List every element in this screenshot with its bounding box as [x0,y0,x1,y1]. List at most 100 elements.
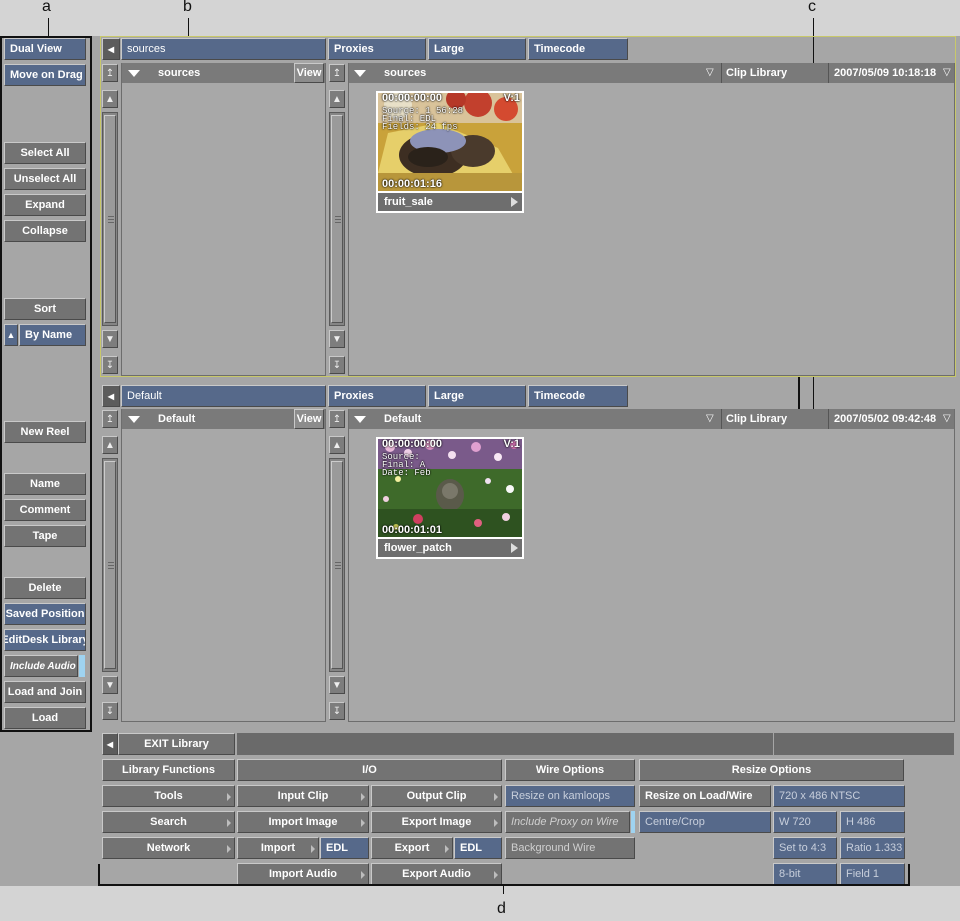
sort-direction-toggle[interactable]: ▲ [4,324,18,346]
top-datetime-dropdown-icon[interactable]: ▽ [943,67,951,78]
saved-position-button[interactable]: Saved Position [4,603,86,625]
top-collapse-arrow[interactable]: ◀ [102,38,120,60]
bottom-library-field[interactable]: Default [121,385,326,407]
flower-patch-play-icon[interactable] [511,543,518,553]
fruit-sale-name-bar[interactable]: fruit_sale [378,193,522,211]
expand-button[interactable]: Expand [4,194,86,216]
bottom-clip-scroll-thumb[interactable] [331,461,343,669]
sort-button[interactable]: Sort [4,298,86,320]
bottom-tree-view[interactable] [121,409,326,722]
resize-on-load-wire-toggle[interactable]: Resize on Load/Wire [639,785,771,807]
new-reel-button[interactable]: New Reel [4,421,86,443]
top-view-button[interactable]: View [294,63,324,83]
fruit-sale-play-icon[interactable] [511,197,518,207]
clip-thumbnail[interactable]: 00:00:00:00 V:1 Source: Final: A Date: F… [376,437,524,559]
export-audio-button[interactable]: Export Audio [371,863,502,885]
export-edl-button[interactable]: EDL [454,837,502,859]
include-audio-toggle[interactable]: Include Audio [4,655,78,677]
width-field[interactable]: W 720 [773,811,837,833]
field-button[interactable]: Field 1 [840,863,905,885]
tape-button[interactable]: Tape [4,525,86,547]
tools-menu-button[interactable]: Tools [102,785,235,807]
bottom-clip-scroll-track[interactable] [329,458,345,672]
bottom-view-button[interactable]: View [294,409,324,429]
wire-options-header: Wire Options [505,759,635,781]
collapse-button[interactable]: Collapse [4,220,86,242]
top-timecode-button[interactable]: Timecode [528,38,628,60]
fruit-sale-tc-end: 00:00:01:16 [382,178,442,190]
load-button[interactable]: Load [4,707,86,729]
include-proxy-on-wire-toggle[interactable]: Include Proxy on Wire [505,811,630,833]
bottom-clip-scroll-top-icon[interactable]: ↥ [329,410,345,428]
top-clip-scroll-down-icon[interactable]: ▼ [329,330,345,348]
top-clip-scroll-bottom-icon[interactable]: ↧ [329,356,345,374]
export-button[interactable]: Export [371,837,453,859]
centre-crop-button[interactable]: Centre/Crop [639,811,771,833]
bottom-clip-scroll-bottom-icon[interactable]: ↧ [329,702,345,720]
background-wire-toggle[interactable]: Background Wire [505,837,635,859]
bottom-tree-scroll-down-icon[interactable]: ▼ [102,676,118,694]
clip-thumbnail[interactable]: 00:00:00:00 V:1 Source: 1 56:28 Final: E… [376,91,524,213]
top-tree-scroll-track[interactable] [102,112,118,326]
unselect-all-button[interactable]: Unselect All [4,168,86,190]
top-clip-scroll-top-icon[interactable]: ↥ [329,64,345,82]
top-clip-scroll-track[interactable] [329,112,345,326]
bottom-large-button[interactable]: Large [428,385,526,407]
top-tree-expand-icon[interactable] [128,69,140,77]
comment-button[interactable]: Comment [4,499,86,521]
bottom-tree-scroll-bottom-icon[interactable]: ↧ [102,702,118,720]
top-tree-scroll-bottom-icon[interactable]: ↧ [102,356,118,374]
flower-patch-name-bar[interactable]: flower_patch [378,539,522,557]
name-button[interactable]: Name [4,473,86,495]
delete-button[interactable]: Delete [4,577,86,599]
load-and-join-button[interactable]: Load and Join [4,681,86,703]
import-button[interactable]: Import [237,837,319,859]
network-menu-button[interactable]: Network [102,837,235,859]
dual-view-button[interactable]: Dual View [4,38,86,60]
bottom-timecode-button[interactable]: Timecode [528,385,628,407]
exit-library-button[interactable]: EXIT Library [118,733,235,755]
bottom-clip-scroll-up-icon[interactable]: ▲ [329,436,345,454]
top-tree-view[interactable] [121,63,326,376]
bottom-proxies-button[interactable]: Proxies [328,385,426,407]
search-menu-button[interactable]: Search [102,811,235,833]
top-clip-scroll-up-icon[interactable]: ▲ [329,90,345,108]
ratio-field[interactable]: Ratio 1.333 [840,837,905,859]
import-image-button[interactable]: Import Image [237,811,369,833]
input-clip-button[interactable]: Input Clip [237,785,369,807]
editdesk-library-button[interactable]: EditDesk Library [4,629,86,651]
move-on-drag-button[interactable]: Move on Drag [4,64,86,86]
top-tree-scroll-thumb[interactable] [104,115,116,323]
bit-depth-button[interactable]: 8-bit [773,863,837,885]
export-image-button[interactable]: Export Image [371,811,502,833]
height-field[interactable]: H 486 [840,811,905,833]
bottom-collapse-arrow[interactable]: ◀ [102,385,120,407]
bottom-tree-scroll-top-icon[interactable]: ↥ [102,410,118,428]
bottom-tree-scroll-up-icon[interactable]: ▲ [102,436,118,454]
resize-on-kamloops-toggle[interactable]: Resize on kamloops [505,785,635,807]
top-large-button[interactable]: Large [428,38,526,60]
top-clip-scroll-thumb[interactable] [331,115,343,323]
resolution-preset-button[interactable]: 720 x 486 NTSC [773,785,905,807]
bottom-clip-scroll-down-icon[interactable]: ▼ [329,676,345,694]
top-reel-expand-icon[interactable] [354,69,366,77]
bottom-reel-dropdown-icon[interactable]: ▽ [706,413,714,424]
top-reel-dropdown-icon[interactable]: ▽ [706,67,714,78]
top-library-field[interactable]: sources [121,38,326,60]
bottom-tree-scroll-thumb[interactable] [104,461,116,669]
import-audio-button[interactable]: Import Audio [237,863,369,885]
output-clip-button[interactable]: Output Clip [371,785,502,807]
sort-by-name-button[interactable]: By Name [19,324,86,346]
top-tree-scroll-top-icon[interactable]: ↥ [102,64,118,82]
exit-arrow-icon[interactable]: ◀ [102,733,118,755]
bottom-tree-expand-icon[interactable] [128,415,140,423]
bottom-tree-scroll-track[interactable] [102,458,118,672]
top-tree-scroll-down-icon[interactable]: ▼ [102,330,118,348]
set-to-43-button[interactable]: Set to 4:3 [773,837,837,859]
import-edl-button[interactable]: EDL [320,837,369,859]
bottom-datetime-dropdown-icon[interactable]: ▽ [943,413,951,424]
top-proxies-button[interactable]: Proxies [328,38,426,60]
select-all-button[interactable]: Select All [4,142,86,164]
top-tree-scroll-up-icon[interactable]: ▲ [102,90,118,108]
bottom-reel-expand-icon[interactable] [354,415,366,423]
